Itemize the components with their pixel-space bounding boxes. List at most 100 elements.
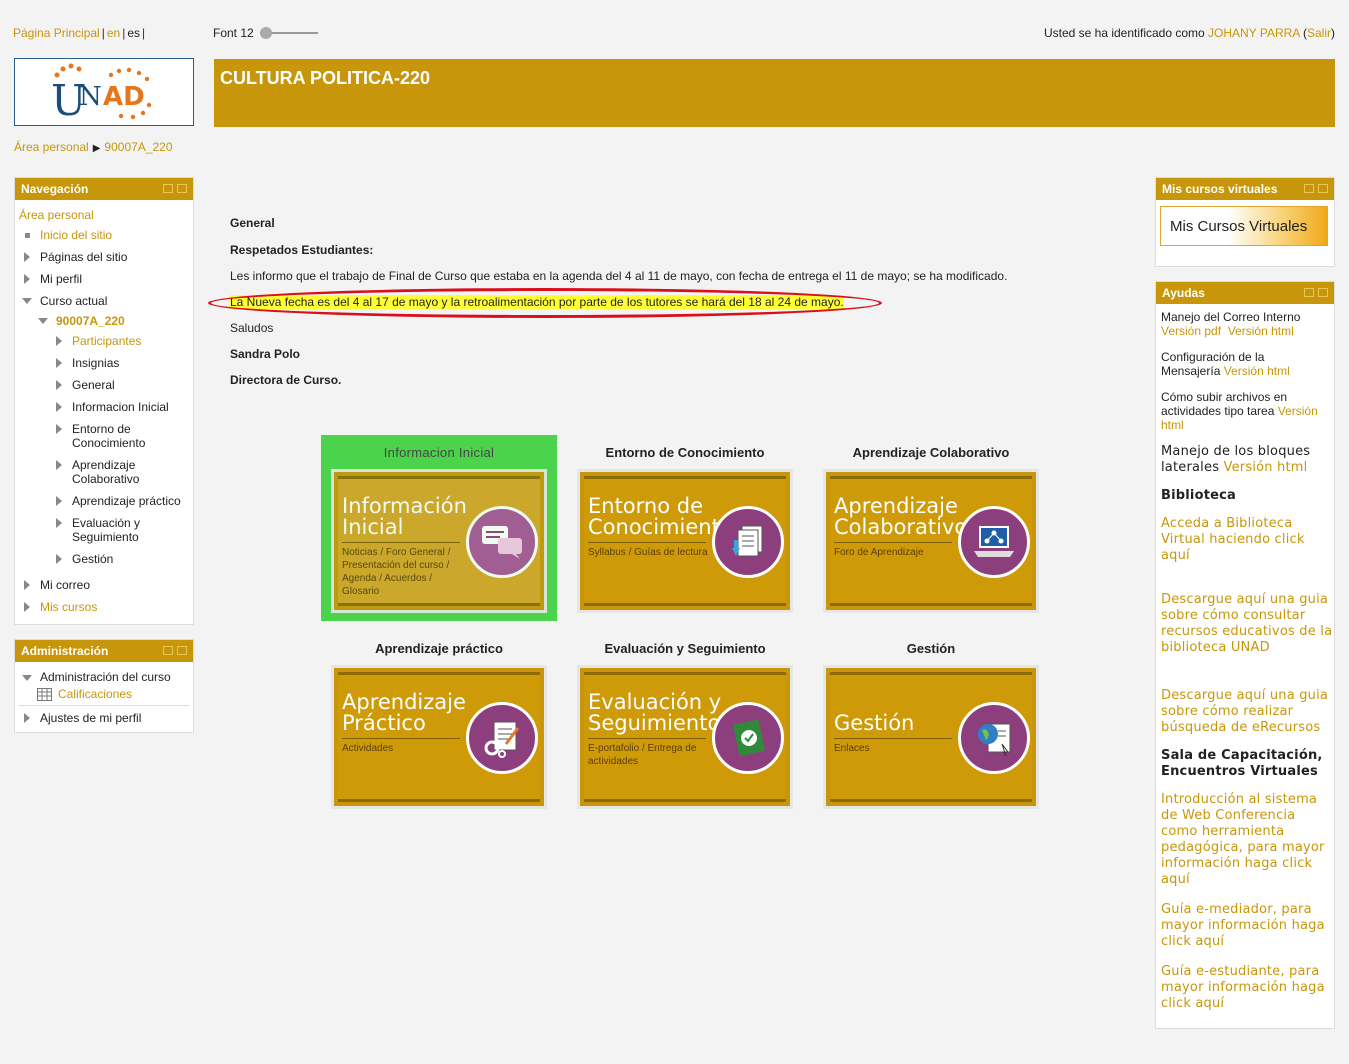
nav-practical-learning[interactable]: Aprendizaje práctico bbox=[72, 494, 181, 508]
red-ellipse-annotation bbox=[208, 288, 882, 318]
nav-my-mail[interactable]: Mi correo bbox=[40, 578, 90, 592]
tile-aprendizaje-practico[interactable]: Aprendizaje práctico Aprendizaje Práctic… bbox=[331, 639, 547, 809]
biblioteca-guide-link[interactable]: Descargue aquí una guia sobre cómo consu… bbox=[1161, 592, 1333, 656]
expand-arrow-icon[interactable] bbox=[24, 713, 30, 723]
admin-course-admin[interactable]: Administración del curso bbox=[40, 670, 171, 684]
nav-participants[interactable]: Participantes bbox=[72, 334, 141, 348]
web-conference-link[interactable]: Introducción al sistema de Web Conferenc… bbox=[1161, 792, 1333, 888]
help-upload-text: Cómo subir archivos en actividades tipo … bbox=[1161, 390, 1288, 418]
breadcrumb-personal-area[interactable]: Área personal bbox=[14, 140, 89, 154]
collapse-icon[interactable] bbox=[1318, 184, 1328, 193]
admin-profile-settings[interactable]: Ajustes de mi perfil bbox=[40, 711, 141, 725]
tile-card[interactable]: Aprendizaje Colaborativo Foro de Aprendi… bbox=[823, 469, 1039, 613]
tile-entorno-conocimiento[interactable]: Entorno de Conocimiento Entorno de Conoc… bbox=[577, 443, 793, 613]
lang-en-link[interactable]: en bbox=[107, 26, 120, 40]
divider bbox=[19, 705, 189, 706]
tile-heading-2: Práctico bbox=[342, 711, 426, 735]
tile-heading-1: Aprendizaje bbox=[834, 494, 958, 518]
administration-block-title: Administración bbox=[21, 644, 109, 658]
tile-subtitle: Enlaces bbox=[834, 743, 870, 754]
announcement-signer-role: Directora de Curso. bbox=[230, 373, 342, 387]
tile-heading-1: Información bbox=[342, 494, 467, 518]
tile-aprendizaje-colaborativo[interactable]: Aprendizaje Colaborativo Aprendizaje Col… bbox=[823, 443, 1039, 613]
collapse-arrow-icon[interactable] bbox=[38, 318, 48, 324]
sala-capacitacion-heading: Sala de Capacitación, Encuentros Virtual… bbox=[1161, 748, 1323, 779]
tile-gestion[interactable]: Gestión Gestión Enlaces bbox=[823, 639, 1039, 809]
help-messaging-item: Configuración de la Mensajería Versión h… bbox=[1161, 350, 1301, 378]
ayudas-block: Ayudas Manejo del Correo Interno Versión… bbox=[1155, 281, 1335, 1029]
help-blocks-html-link[interactable]: Versión html bbox=[1224, 460, 1308, 475]
expand-arrow-icon[interactable] bbox=[56, 496, 62, 506]
collapse-arrow-icon[interactable] bbox=[22, 675, 32, 681]
font-size-slider[interactable] bbox=[259, 27, 318, 39]
expand-arrow-icon[interactable] bbox=[56, 358, 62, 368]
notebook-check-icon bbox=[712, 702, 784, 774]
nav-course-code[interactable]: 90007A_220 bbox=[56, 314, 125, 328]
dock-icon[interactable] bbox=[1304, 184, 1314, 193]
tile-card[interactable]: Aprendizaje Práctico Actividades bbox=[331, 665, 547, 809]
expand-arrow-icon[interactable] bbox=[56, 402, 62, 412]
tile-card[interactable]: Gestión Enlaces bbox=[823, 665, 1039, 809]
expand-arrow-icon[interactable] bbox=[56, 460, 62, 470]
expand-arrow-icon[interactable] bbox=[24, 252, 30, 262]
documents-download-icon bbox=[712, 506, 784, 578]
guide-e-estudiante-link[interactable]: Guía e-estudiante, para mayor informació… bbox=[1161, 964, 1333, 1012]
dock-icon[interactable] bbox=[163, 646, 173, 655]
nav-my-profile[interactable]: Mi perfil bbox=[40, 272, 82, 286]
help-mail-pdf-link[interactable]: Versión pdf bbox=[1161, 324, 1221, 338]
tile-evaluacion-seguimiento[interactable]: Evaluación y Seguimiento Evaluación y Se… bbox=[577, 639, 793, 809]
nav-evaluation[interactable]: Evaluación y Seguimiento bbox=[72, 516, 172, 544]
tile-informacion-inicial[interactable]: Informacion Inicial Información Inicial … bbox=[331, 443, 547, 613]
expand-arrow-icon[interactable] bbox=[56, 380, 62, 390]
login-info: Usted se ha identificado como JOHANY PAR… bbox=[1043, 26, 1335, 40]
collapse-icon[interactable] bbox=[177, 184, 187, 193]
expand-arrow-icon[interactable] bbox=[56, 336, 62, 346]
administration-block-header: Administración bbox=[15, 640, 193, 662]
guide-e-mediador-link[interactable]: Guía e-mediador, para mayor información … bbox=[1161, 902, 1333, 950]
nav-current-course[interactable]: Curso actual bbox=[40, 294, 107, 308]
nav-site-home[interactable]: Inicio del sitio bbox=[40, 228, 112, 242]
nav-general[interactable]: General bbox=[72, 378, 115, 392]
biblioteca-access-link[interactable]: Acceda a Biblioteca Virtual haciendo cli… bbox=[1161, 516, 1333, 564]
mis-cursos-block-header: Mis cursos virtuales bbox=[1156, 178, 1334, 200]
tile-heading-1: Aprendizaje bbox=[342, 690, 466, 714]
expand-arrow-icon[interactable] bbox=[24, 580, 30, 590]
expand-arrow-icon[interactable] bbox=[24, 602, 30, 612]
tile-heading-2: Conocimiento bbox=[588, 515, 733, 539]
navigation-block-title: Navegación bbox=[21, 182, 89, 196]
nav-collaborative-learning[interactable]: Aprendizaje Colaborativo bbox=[72, 458, 172, 486]
nav-initial-info[interactable]: Informacion Inicial bbox=[72, 400, 169, 414]
nav-management[interactable]: Gestión bbox=[72, 552, 113, 566]
expand-arrow-icon[interactable] bbox=[56, 424, 62, 434]
breadcrumb-course[interactable]: 90007A_220 bbox=[104, 140, 172, 154]
expand-arrow-icon[interactable] bbox=[56, 554, 62, 564]
nav-knowledge-environment[interactable]: Entorno de Conocimiento bbox=[72, 422, 172, 450]
biblioteca-erecursos-link[interactable]: Descargue aquí una guia sobre cómo reali… bbox=[1161, 688, 1333, 736]
expand-arrow-icon[interactable] bbox=[24, 274, 30, 284]
breadcrumb: Área personal ▶ 90007A_220 bbox=[14, 140, 173, 154]
mis-cursos-virtuales-banner[interactable]: Mis Cursos Virtuales bbox=[1160, 206, 1328, 246]
expand-arrow-icon[interactable] bbox=[56, 518, 62, 528]
collapse-icon[interactable] bbox=[1318, 288, 1328, 297]
admin-grades[interactable]: Calificaciones bbox=[58, 687, 132, 701]
nav-site-pages[interactable]: Páginas del sitio bbox=[40, 250, 127, 264]
unad-logo[interactable]: U N AD bbox=[14, 58, 194, 126]
nav-personal-area[interactable]: Área personal bbox=[19, 208, 94, 222]
dock-icon[interactable] bbox=[163, 184, 173, 193]
tile-card[interactable]: Información Inicial Noticias / Foro Gene… bbox=[331, 469, 547, 613]
font-size-slider-knob[interactable] bbox=[259, 27, 272, 39]
logout-link[interactable]: Salir bbox=[1307, 26, 1331, 40]
nav-badges[interactable]: Insignias bbox=[72, 356, 119, 370]
administration-block: Administración Administración del curso … bbox=[14, 639, 194, 733]
collapse-icon[interactable] bbox=[177, 646, 187, 655]
help-mail-html-link[interactable]: Versión html bbox=[1228, 324, 1294, 338]
tile-card[interactable]: Evaluación y Seguimiento E-portafolio / … bbox=[577, 665, 793, 809]
home-link[interactable]: Página Principal bbox=[13, 26, 100, 40]
user-name-link[interactable]: JOHANY PARRA bbox=[1208, 26, 1300, 40]
dock-icon[interactable] bbox=[1304, 288, 1314, 297]
tile-heading-2: Seguimiento bbox=[588, 711, 721, 735]
nav-my-courses[interactable]: Mis cursos bbox=[40, 600, 97, 614]
help-messaging-html-link[interactable]: Versión html bbox=[1224, 364, 1290, 378]
tile-card[interactable]: Entorno de Conocimiento Syllabus / Guías… bbox=[577, 469, 793, 613]
collapse-arrow-icon[interactable] bbox=[22, 298, 32, 304]
